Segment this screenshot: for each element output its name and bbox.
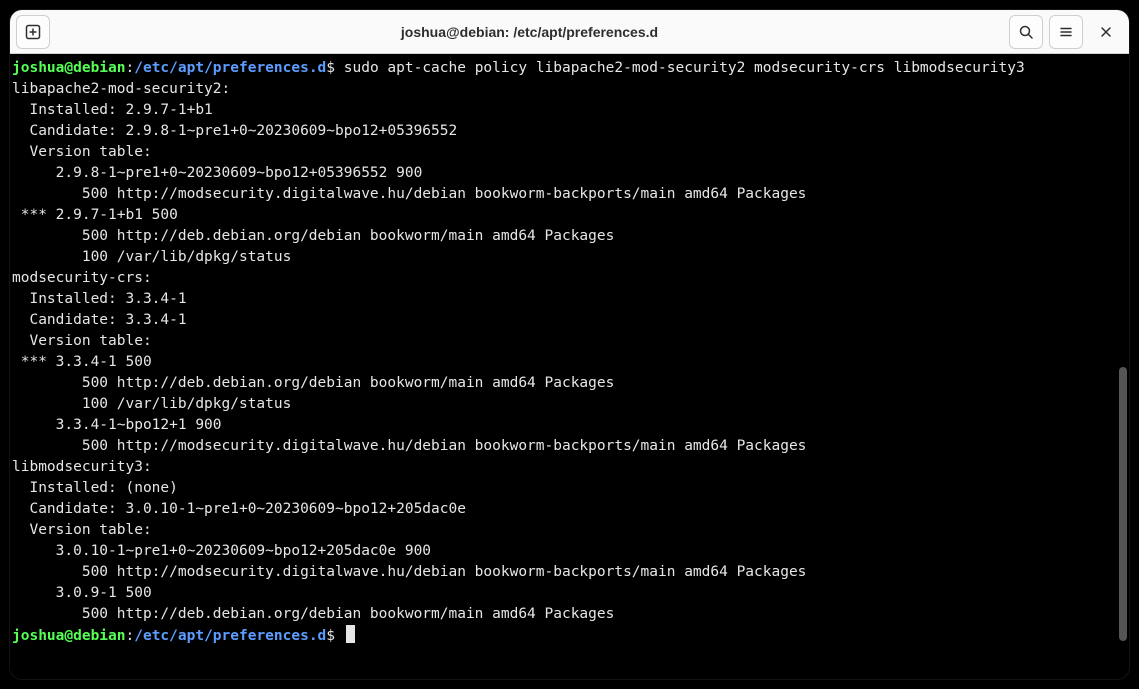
- prompt-path: /etc/apt/preferences.d: [134, 628, 326, 644]
- search-icon: [1018, 24, 1034, 40]
- output-line: 2.9.8-1~pre1+0~20230609~bpo12+05396552 9…: [12, 163, 1127, 184]
- window-title: joshua@debian: /etc/apt/preferences.d: [56, 24, 1003, 40]
- output-line: *** 3.3.4-1 500: [12, 352, 1127, 373]
- command-text: sudo apt-cache policy libapache2-mod-sec…: [335, 60, 1025, 76]
- prompt-user: joshua@debian: [12, 628, 126, 644]
- output-line: libapache2-mod-security2:: [12, 79, 1127, 100]
- output-line: 3.0.10-1~pre1+0~20230609~bpo12+205dac0e …: [12, 541, 1127, 562]
- output-line: Installed: 3.3.4-1: [12, 289, 1127, 310]
- close-button[interactable]: [1089, 15, 1123, 49]
- search-button[interactable]: [1009, 15, 1043, 49]
- prompt-line: joshua@debian:/etc/apt/preferences.d$ su…: [12, 58, 1127, 79]
- terminal-content: joshua@debian:/etc/apt/preferences.d$ su…: [12, 58, 1127, 647]
- terminal-body[interactable]: joshua@debian:/etc/apt/preferences.d$ su…: [10, 54, 1129, 679]
- output-line: Candidate: 3.0.10-1~pre1+0~20230609~bpo1…: [12, 499, 1127, 520]
- output-line: 3.3.4-1~bpo12+1 900: [12, 415, 1127, 436]
- close-icon: [1098, 24, 1114, 40]
- output-line: Version table:: [12, 142, 1127, 163]
- output-line: 500 http://modsecurity.digitalwave.hu/de…: [12, 436, 1127, 457]
- menu-button[interactable]: [1049, 15, 1083, 49]
- output-line: 500 http://deb.debian.org/debian bookwor…: [12, 226, 1127, 247]
- output-line: 500 http://deb.debian.org/debian bookwor…: [12, 604, 1127, 625]
- terminal-scrollbar[interactable]: [1119, 62, 1127, 671]
- prompt-colon: :: [126, 628, 135, 644]
- output-line: 100 /var/lib/dpkg/status: [12, 394, 1127, 415]
- hamburger-icon: [1058, 24, 1074, 40]
- output-line: 500 http://modsecurity.digitalwave.hu/de…: [12, 184, 1127, 205]
- titlebar: joshua@debian: /etc/apt/preferences.d: [10, 10, 1129, 54]
- prompt-symbol: $: [326, 628, 335, 644]
- output-line: 3.0.9-1 500: [12, 583, 1127, 604]
- prompt-symbol: $: [326, 60, 335, 76]
- output-line: *** 2.9.7-1+b1 500: [12, 205, 1127, 226]
- cursor: [346, 625, 355, 643]
- plus-tab-icon: [25, 24, 41, 40]
- scrollbar-thumb[interactable]: [1119, 367, 1127, 641]
- prompt-path: /etc/apt/preferences.d: [134, 60, 326, 76]
- output-line: 500 http://modsecurity.digitalwave.hu/de…: [12, 562, 1127, 583]
- titlebar-right: [1009, 15, 1123, 49]
- output-line: Candidate: 2.9.8-1~pre1+0~20230609~bpo12…: [12, 121, 1127, 142]
- output-line: libmodsecurity3:: [12, 457, 1127, 478]
- new-tab-button[interactable]: [16, 15, 50, 49]
- output-line: Installed: 2.9.7-1+b1: [12, 100, 1127, 121]
- output-line: modsecurity-crs:: [12, 268, 1127, 289]
- output-line: 500 http://deb.debian.org/debian bookwor…: [12, 373, 1127, 394]
- prompt-line-2: joshua@debian:/etc/apt/preferences.d$: [12, 625, 1127, 647]
- output-line: Candidate: 3.3.4-1: [12, 310, 1127, 331]
- output-line: Version table:: [12, 331, 1127, 352]
- prompt-user: joshua@debian: [12, 60, 126, 76]
- output-line: Version table:: [12, 520, 1127, 541]
- prompt-colon: :: [126, 60, 135, 76]
- terminal-window: joshua@debian: /etc/apt/preferences.d: [10, 10, 1129, 679]
- output-line: 100 /var/lib/dpkg/status: [12, 247, 1127, 268]
- output-line: Installed: (none): [12, 478, 1127, 499]
